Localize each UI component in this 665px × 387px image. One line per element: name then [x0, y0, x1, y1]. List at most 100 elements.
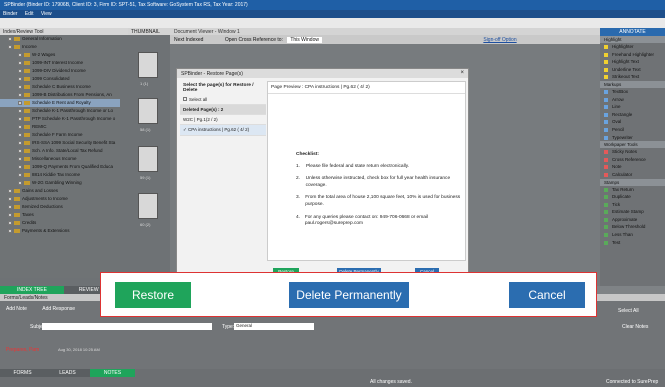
annotate-tool[interactable]: Estimate Stamp: [600, 208, 665, 216]
annotate-tool[interactable]: Sticky Notes: [600, 148, 665, 156]
menu-view[interactable]: View: [41, 11, 52, 17]
select-all-notes[interactable]: Select All: [618, 308, 639, 314]
tree-item[interactable]: Credits: [0, 219, 120, 227]
type-select[interactable]: General: [234, 323, 314, 330]
tree-item[interactable]: REMIC: [0, 123, 120, 131]
tab-notes[interactable]: NOTES: [90, 369, 135, 377]
tree-checkbox[interactable]: [8, 204, 12, 209]
tab-index-tree[interactable]: INDEX TREE: [0, 286, 64, 294]
tree-checkbox[interactable]: [18, 140, 22, 145]
tree-item[interactable]: W-2 Wages: [0, 51, 120, 59]
tree-checkbox[interactable]: [18, 68, 22, 73]
next-indexed-button[interactable]: Next Indexed: [174, 37, 203, 43]
annotate-tool[interactable]: Rectangle: [600, 111, 665, 119]
annotate-tool[interactable]: Strikeout Text: [600, 73, 665, 81]
thumbnail-page[interactable]: [138, 146, 158, 172]
annotate-tool[interactable]: Approximate: [600, 216, 665, 224]
subject-input[interactable]: [42, 323, 212, 330]
tree-checkbox[interactable]: [8, 228, 12, 233]
tree-checkbox[interactable]: [18, 60, 22, 65]
thumbnail-page[interactable]: [138, 52, 158, 78]
tree-item[interactable]: Income: [0, 43, 120, 51]
tree-item[interactable]: 8814 Kiddie Tax Income: [0, 171, 120, 179]
tree-checkbox[interactable]: [8, 220, 12, 225]
deleted-row[interactable]: W2C | Pg.1(2 / 2): [180, 115, 266, 125]
tree-checkbox[interactable]: [8, 196, 12, 201]
tree-item[interactable]: Schedule C Business Income: [0, 83, 120, 91]
annotate-tool[interactable]: Line: [600, 103, 665, 111]
tree-checkbox[interactable]: [18, 180, 22, 185]
tree-item[interactable]: General Information: [0, 35, 120, 43]
annotate-tool[interactable]: Tick: [600, 201, 665, 209]
tree-checkbox[interactable]: [18, 124, 22, 129]
annotate-tool[interactable]: Pencil: [600, 126, 665, 134]
tree-item[interactable]: 1099 Consolidated: [0, 75, 120, 83]
tab-forms[interactable]: FORMS: [0, 369, 45, 377]
cross-ref-select[interactable]: This Window: [287, 37, 322, 43]
tree-checkbox[interactable]: [8, 44, 12, 49]
doc-tab[interactable]: Document Viewer - Window 1: [170, 28, 600, 35]
tree-checkbox[interactable]: [18, 84, 22, 89]
tree-checkbox[interactable]: [18, 92, 22, 97]
tree-checkbox[interactable]: [18, 100, 22, 105]
annotate-tool[interactable]: Typewriter: [600, 134, 665, 142]
annotate-tool[interactable]: Oval: [600, 118, 665, 126]
tree-item[interactable]: 1099-B Distributions From Pensions, An: [0, 91, 120, 99]
menu-binder[interactable]: Binder: [3, 11, 17, 17]
tree-item[interactable]: 1099-DIV Dividend Income: [0, 67, 120, 75]
tree-checkbox[interactable]: [8, 212, 12, 217]
signoff-link[interactable]: Sign-off Option: [483, 37, 516, 43]
tree-checkbox[interactable]: [18, 148, 22, 153]
clear-notes-button[interactable]: Clear Notes: [622, 324, 648, 330]
close-icon[interactable]: ×: [460, 70, 464, 76]
delete-permanently-button-large[interactable]: Delete Permanently: [289, 282, 409, 308]
tree-item[interactable]: IRS-SSA 1099 Social Security Benefit Sta: [0, 139, 120, 147]
annotate-tool[interactable]: Tax Return: [600, 186, 665, 194]
annotate-tool[interactable]: TextBox: [600, 88, 665, 96]
annotate-tool[interactable]: Arrow: [600, 96, 665, 104]
tree-item[interactable]: Schedule F Farm Income: [0, 131, 120, 139]
annotate-section[interactable]: Stamps: [600, 178, 665, 186]
annotate-section[interactable]: Markups: [600, 80, 665, 88]
cancel-button-large[interactable]: Cancel: [509, 282, 585, 308]
tree-item[interactable]: Schedule K-1 Passthrough Income or Lo: [0, 107, 120, 115]
tree-checkbox[interactable]: [18, 132, 22, 137]
annotate-tool[interactable]: Below Threshold: [600, 223, 665, 231]
thumbnail-page[interactable]: [138, 98, 158, 124]
tree-item[interactable]: Itemized Deductions: [0, 203, 120, 211]
select-all-checkbox[interactable]: [183, 97, 187, 101]
add-note-button[interactable]: Add Note: [6, 306, 27, 312]
annotate-section[interactable]: Workpaper Tools: [600, 141, 665, 149]
select-all-row[interactable]: Select all: [180, 95, 266, 105]
deleted-row[interactable]: ✓ CPA instructions | Pg.62 ( 4/ 2): [180, 125, 266, 136]
tree-item[interactable]: W-2G Gambling Winning: [0, 179, 120, 187]
annotate-tool[interactable]: Calculator: [600, 171, 665, 179]
tree-checkbox[interactable]: [18, 172, 22, 177]
tree-checkbox[interactable]: [18, 156, 22, 161]
annotate-tool[interactable]: Cross Reference: [600, 156, 665, 164]
tree-item[interactable]: Miscellaneous Income: [0, 155, 120, 163]
tree-item[interactable]: Sch. A Info. State/Local Tax Refund: [0, 147, 120, 155]
annotate-section[interactable]: Highlight: [600, 36, 665, 43]
tree-checkbox[interactable]: [18, 116, 22, 121]
tree-checkbox[interactable]: [18, 52, 22, 57]
tree-checkbox[interactable]: [18, 108, 22, 113]
annotate-tool[interactable]: Underline Text: [600, 66, 665, 74]
annotate-tool[interactable]: Highlight Text: [600, 58, 665, 66]
tree-item[interactable]: Gains and Losses: [0, 187, 120, 195]
tab-leads[interactable]: LEADS: [45, 369, 90, 377]
thumbnail-page[interactable]: [138, 193, 158, 219]
tree-checkbox[interactable]: [18, 164, 22, 169]
tree-checkbox[interactable]: [8, 188, 12, 193]
tree-item[interactable]: 1099-INT Interest Income: [0, 59, 120, 67]
menu-edit[interactable]: Edit: [25, 11, 34, 17]
tree-item[interactable]: Adjustments to Income: [0, 195, 120, 203]
annotate-tool[interactable]: Highlighter: [600, 43, 665, 51]
restore-button-large[interactable]: Restore: [115, 282, 191, 308]
annotate-tool[interactable]: Less Than: [600, 231, 665, 239]
add-response-button[interactable]: Add Response: [42, 306, 75, 312]
tree-item[interactable]: Taxes: [0, 211, 120, 219]
tree-item[interactable]: PTP Schedule K-1 Passthrough Income o: [0, 115, 120, 123]
tree-checkbox[interactable]: [18, 76, 22, 81]
annotate-tool[interactable]: Freehand Highlighter: [600, 51, 665, 59]
